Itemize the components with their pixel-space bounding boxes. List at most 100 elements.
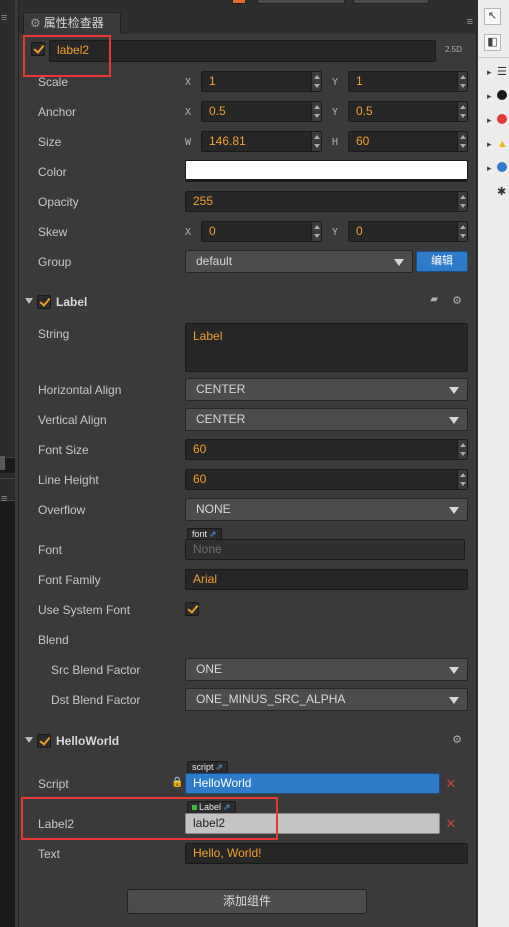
group-select-value: default — [196, 254, 233, 268]
menu-icon[interactable]: ≡ — [1, 12, 7, 24]
font-size-input[interactable]: 60 — [185, 439, 468, 460]
tab-inspector[interactable]: ⚙ 属性检查器 — [23, 12, 121, 34]
info-row[interactable]: ▸ — [487, 161, 507, 175]
scale-x-input[interactable]: 1 — [201, 71, 322, 92]
use-system-font-checkbox[interactable] — [185, 602, 199, 616]
toolbar-button[interactable] — [257, 0, 345, 4]
external-link-icon[interactable]: ⇗ — [216, 762, 224, 772]
dst-blend-factor-select[interactable]: ONE_MINUS_SRC_ALPHA — [185, 688, 468, 711]
anchor-label: Anchor — [38, 105, 77, 119]
cursor-icon[interactable]: ↖ — [484, 8, 501, 25]
expand-triangle-icon[interactable]: ▸ — [487, 65, 497, 79]
dst-blend-factor-label: Dst Blend Factor — [51, 693, 141, 707]
gear-icon[interactable]: ⚙ — [452, 294, 462, 307]
toolbar-accent-button[interactable] — [232, 0, 246, 4]
src-blend-factor-label: Src Blend Factor — [51, 663, 141, 677]
left-lower-panel — [0, 500, 15, 927]
vertical-align-value: CENTER — [196, 412, 246, 426]
anchor-y-input[interactable]: 0.5 — [348, 101, 468, 122]
horizontal-align-label: Horizontal Align — [38, 383, 122, 397]
helloworld-enabled-checkbox[interactable] — [37, 734, 51, 748]
scale-x-stepper[interactable] — [311, 72, 321, 91]
string-textarea[interactable]: Label — [185, 323, 468, 372]
helloworld-component-header[interactable]: HelloWorld ⚙ — [19, 730, 478, 752]
panel-menu-icon[interactable]: ≡ — [467, 16, 473, 28]
script-asset-tag: script ⇗ — [187, 761, 229, 773]
anchor-x-input[interactable]: 0.5 — [201, 101, 322, 122]
size-h-value: 60 — [356, 134, 370, 148]
vertical-align-select[interactable]: CENTER — [185, 408, 468, 431]
size-h-input[interactable]: 60 — [348, 131, 468, 152]
console-panel-edge: ↖ ◧ ▸ ☰ ▸ ▸ ▸ ▲ ▸ ✱ — [478, 0, 509, 927]
expand-triangle-icon[interactable]: ▸ — [487, 161, 497, 175]
anchor-y-value: 0.5 — [356, 104, 373, 118]
skew-x-stepper[interactable] — [311, 222, 321, 241]
color-alpha-bar — [186, 179, 467, 181]
skew-y-stepper[interactable] — [457, 222, 467, 241]
collapse-panel-icon[interactable]: ◧ — [484, 34, 501, 51]
opacity-stepper[interactable] — [457, 192, 467, 211]
collapse-caret-icon[interactable] — [25, 298, 33, 304]
label-component-header[interactable]: Label ▰ ⚙ — [19, 291, 478, 313]
remove-script-icon[interactable]: ✕ — [444, 777, 458, 791]
anchor-y-stepper[interactable] — [457, 102, 467, 121]
skew-y-input[interactable]: 0 — [348, 221, 468, 242]
warning-row[interactable]: ▸ ▲ — [487, 137, 508, 151]
use-system-font-label: Use System Font — [38, 603, 131, 617]
helloworld-component-title: HelloWorld — [56, 734, 120, 748]
script-asset-field[interactable]: HelloWorld — [185, 773, 440, 794]
opacity-input[interactable]: 255 — [185, 191, 468, 212]
menu-icon-lower[interactable]: ≡ — [1, 493, 7, 505]
expand-triangle-icon[interactable]: ▸ — [487, 89, 497, 103]
external-link-icon[interactable]: ⇗ — [209, 529, 217, 539]
scale-label: Scale — [38, 75, 69, 89]
inspector-panel: ⚙ 属性检查器 ≡ label2 2.5D Scale X 1 Y 1 Ancho… — [18, 0, 478, 927]
rail-divider — [478, 57, 509, 58]
remove-label2-icon[interactable]: ✕ — [444, 817, 458, 831]
line-height-value: 60 — [193, 472, 207, 486]
debug-row[interactable]: ✱ — [497, 185, 506, 199]
dst-blend-factor-value: ONE_MINUS_SRC_ALPHA — [196, 692, 346, 706]
add-component-button[interactable]: 添加组件 — [127, 889, 367, 914]
color-picker[interactable] — [185, 160, 468, 182]
horizontal-align-select[interactable]: CENTER — [185, 378, 468, 401]
gear-icon[interactable]: ⚙ — [452, 733, 462, 746]
font-size-label: Font Size — [38, 443, 89, 457]
scale-y-stepper[interactable] — [457, 72, 467, 91]
edit-group-button[interactable]: 编辑 — [416, 251, 468, 272]
line-height-stepper[interactable] — [457, 470, 467, 489]
src-blend-factor-select[interactable]: ONE — [185, 658, 468, 681]
skew-x-input[interactable]: 0 — [201, 221, 322, 242]
toolbar-button[interactable] — [353, 0, 429, 4]
line-height-input[interactable]: 60 — [185, 469, 468, 490]
expand-triangle-icon[interactable]: ▸ — [487, 113, 497, 127]
anchor-y-axis: Y — [332, 107, 339, 118]
size-w-input[interactable]: 146.81 — [201, 131, 322, 152]
font-asset-field[interactable]: None — [185, 539, 465, 560]
list-row[interactable]: ▸ ☰ — [487, 65, 507, 79]
scale-y-input[interactable]: 1 — [348, 71, 468, 92]
info-icon — [497, 162, 507, 172]
overflow-select[interactable]: NONE — [185, 498, 468, 521]
left-scroll-thumb[interactable] — [0, 456, 5, 470]
size-w-stepper[interactable] — [311, 132, 321, 151]
expand-triangle-icon[interactable]: ▸ — [487, 137, 497, 151]
font-family-input[interactable]: Arial — [185, 569, 468, 590]
text-input[interactable]: Hello, World! — [185, 843, 468, 864]
font-size-value: 60 — [193, 442, 207, 456]
info-dark-row[interactable]: ▸ — [487, 89, 507, 103]
font-family-label: Font Family — [38, 573, 101, 587]
scale-y-axis: Y — [332, 77, 339, 88]
vertical-align-label: Vertical Align — [38, 413, 107, 427]
size-label: Size — [38, 135, 62, 149]
error-row[interactable]: ▸ — [487, 113, 507, 127]
skew-x-value: 0 — [209, 224, 216, 238]
font-size-stepper[interactable] — [457, 440, 467, 459]
book-icon[interactable]: ▰ — [430, 294, 438, 305]
collapse-caret-icon[interactable] — [25, 737, 33, 743]
anchor-x-stepper[interactable] — [311, 102, 321, 121]
group-select[interactable]: default — [185, 250, 413, 273]
warning-icon: ▲ — [497, 138, 508, 150]
size-h-stepper[interactable] — [457, 132, 467, 151]
label-enabled-checkbox[interactable] — [37, 295, 51, 309]
